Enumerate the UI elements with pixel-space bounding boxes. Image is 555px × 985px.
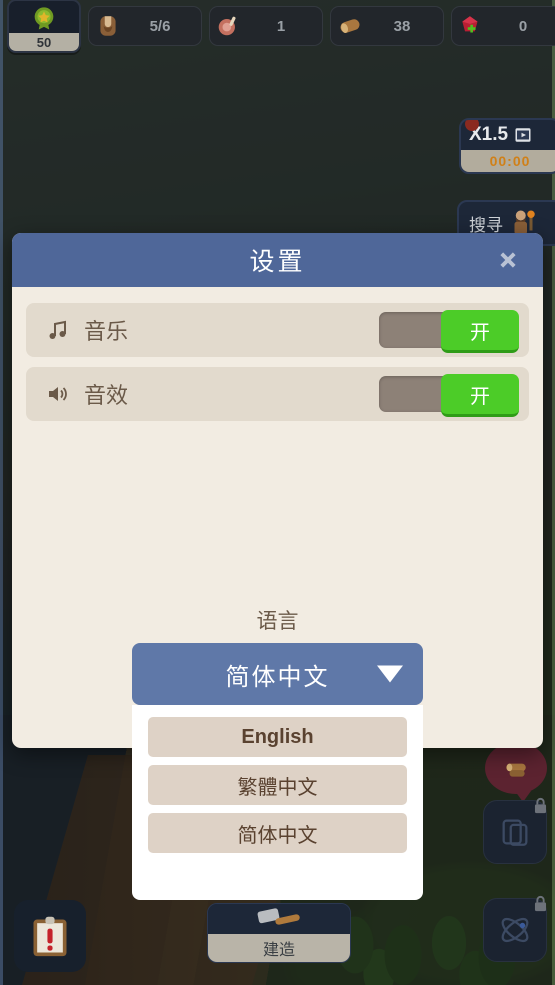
language-label: 语言 [256,610,299,633]
population-value: 5/6 [149,17,171,35]
sound-toggle-state: 开 [441,374,519,417]
top-hud: 50 5/6 1 38 0 [0,0,555,53]
boost-timer: 00:00 [461,150,555,172]
music-label: 音乐 [84,319,129,344]
clipboard-alert-icon [33,916,67,957]
level-value: 50 [9,33,79,51]
research-button[interactable] [483,896,547,962]
chevron-down-icon [377,665,403,683]
log-icon [340,19,360,34]
resource-population[interactable]: 5/6 [88,6,202,46]
gem-plus-icon [462,16,478,33]
sound-label: 音效 [84,383,129,408]
video-ad-icon [515,128,531,142]
hammer-icon [257,908,300,925]
build-art [208,904,350,934]
lock-icon [534,896,547,912]
close-button[interactable] [493,245,523,275]
dialog-header: 设置 [12,233,543,287]
settings-dialog: 设置 音乐 开 音效 开 语言 简体中文 [12,233,543,748]
dialog-title: 设置 [249,248,306,276]
quest-button[interactable] [14,900,86,972]
dialog-body: 音乐 开 音效 开 [12,287,543,421]
language-option-english[interactable]: English [148,717,407,757]
music-toggle[interactable]: 开 [379,310,519,353]
villager-icon [100,16,116,36]
wood-value: 38 [393,17,411,35]
build-button[interactable]: 建造 [207,903,351,963]
speaker-icon [44,380,72,408]
star-medal-icon [34,7,54,30]
music-toggle-state: 开 [441,310,519,353]
setting-row-sound: 音效 开 [26,367,529,421]
atom-icon [501,917,529,943]
language-option-traditional-chinese[interactable]: 繁體中文 [148,765,407,805]
resource-gems[interactable]: 0 [451,6,555,46]
level-badge[interactable]: 50 [7,0,81,53]
sound-toggle[interactable]: 开 [379,374,519,417]
left-edge-accent [0,0,3,985]
gems-value: 0 [518,17,528,35]
language-dropdown-panel: English 繁體中文 简体中文 [132,705,423,900]
card-collection-icon [502,819,528,846]
language-option-simplified-chinese[interactable]: 简体中文 [148,813,407,853]
cards-button[interactable] [483,798,547,864]
build-label: 建造 [208,934,350,962]
lock-icon [534,798,547,814]
language-selected-value: 简体中文 [225,663,330,691]
food-value: 1 [276,17,286,35]
boost-widget[interactable]: X1.5 00:00 [459,118,555,174]
resource-wood[interactable]: 38 [330,6,444,46]
search-label: 搜寻 [469,215,503,235]
language-select[interactable]: 简体中文 [132,643,423,705]
music-note-icon [44,316,72,344]
meat-icon [218,16,236,36]
resource-food[interactable]: 1 [209,6,323,46]
close-icon [500,252,516,268]
setting-row-music: 音乐 开 [26,303,529,357]
game-screen: 50 5/6 1 38 0 X1.5 00:00 搜寻 建造 设置 音乐 开 音… [0,0,555,985]
resource-bubble[interactable] [485,742,547,802]
log-icon [506,763,526,777]
